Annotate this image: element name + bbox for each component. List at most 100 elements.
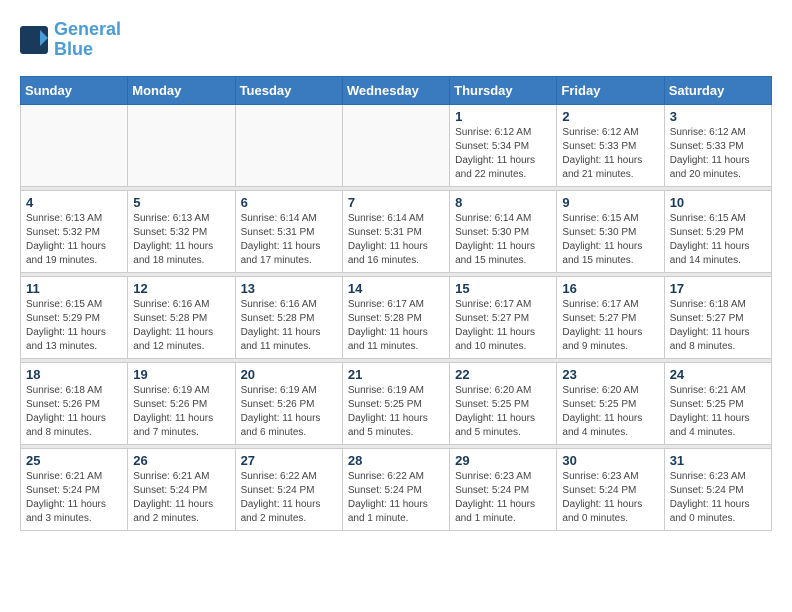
calendar-day [342,104,449,186]
col-header-wednesday: Wednesday [342,76,449,104]
day-number: 13 [241,281,337,296]
calendar-day: 31 Sunrise: 6:23 AM Sunset: 5:24 PM Dayli… [664,448,771,530]
calendar-week-2: 4Sunrise: 6:13 AM Sunset: 5:32 PM Daylig… [21,190,772,272]
day-number: 1 [455,109,551,124]
calendar-day: 11 Sunrise: 6:15 AM Sunset: 5:29 PM Dayli… [21,276,128,358]
day-number: 23 [562,367,658,382]
day-number: 11 [26,281,122,296]
calendar-day: 30 Sunrise: 6:23 AM Sunset: 5:24 PM Dayli… [557,448,664,530]
col-header-thursday: Thursday [450,76,557,104]
calendar-day [21,104,128,186]
day-info: Sunrise: 6:14 AM Sunset: 5:31 PM Dayligh… [241,212,337,268]
calendar-day: 1 Sunrise: 6:12 AM Sunset: 5:34 PM Daylig… [450,104,557,186]
day-number: 31 [670,453,766,468]
day-number: 19 [133,367,229,382]
day-number: 28 [348,453,444,468]
col-header-tuesday: Tuesday [235,76,342,104]
day-info: Sunrise: 6:17 AM Sunset: 5:27 PM Dayligh… [562,298,658,354]
day-info: Sunrise: 6:13 AM Sunset: 5:32 PM Dayligh… [26,212,122,268]
calendar-day: 4Sunrise: 6:13 AM Sunset: 5:32 PM Daylig… [21,190,128,272]
calendar-table: SundayMondayTuesdayWednesdayThursdayFrid… [20,76,772,531]
calendar-day: 5 Sunrise: 6:13 AM Sunset: 5:32 PM Daylig… [128,190,235,272]
day-info: Sunrise: 6:22 AM Sunset: 5:24 PM Dayligh… [241,470,337,526]
calendar-day: 15Sunrise: 6:17 AM Sunset: 5:27 PM Dayli… [450,276,557,358]
calendar-day: 25 Sunrise: 6:21 AM Sunset: 5:24 PM Dayli… [21,448,128,530]
calendar-day: 20Sunrise: 6:19 AM Sunset: 5:26 PM Dayli… [235,362,342,444]
col-header-monday: Monday [128,76,235,104]
day-number: 22 [455,367,551,382]
day-info: Sunrise: 6:19 AM Sunset: 5:26 PM Dayligh… [133,384,229,440]
day-info: Sunrise: 6:18 AM Sunset: 5:27 PM Dayligh… [670,298,766,354]
calendar-day: 17 Sunrise: 6:18 AM Sunset: 5:27 PM Dayli… [664,276,771,358]
calendar-day: 10Sunrise: 6:15 AM Sunset: 5:29 PM Dayli… [664,190,771,272]
day-number: 30 [562,453,658,468]
calendar-day: 27Sunrise: 6:22 AM Sunset: 5:24 PM Dayli… [235,448,342,530]
day-number: 2 [562,109,658,124]
calendar-day [128,104,235,186]
day-info: Sunrise: 6:15 AM Sunset: 5:29 PM Dayligh… [670,212,766,268]
calendar-day: 8 Sunrise: 6:14 AM Sunset: 5:30 PM Daylig… [450,190,557,272]
day-info: Sunrise: 6:21 AM Sunset: 5:25 PM Dayligh… [670,384,766,440]
day-info: Sunrise: 6:12 AM Sunset: 5:33 PM Dayligh… [670,126,766,182]
day-number: 25 [26,453,122,468]
col-header-saturday: Saturday [664,76,771,104]
day-info: Sunrise: 6:16 AM Sunset: 5:28 PM Dayligh… [241,298,337,354]
col-header-sunday: Sunday [21,76,128,104]
calendar-day: 16 Sunrise: 6:17 AM Sunset: 5:27 PM Dayli… [557,276,664,358]
calendar-day: 18 Sunrise: 6:18 AM Sunset: 5:26 PM Dayli… [21,362,128,444]
calendar-day: 26 Sunrise: 6:21 AM Sunset: 5:24 PM Dayli… [128,448,235,530]
calendar-day: 14Sunrise: 6:17 AM Sunset: 5:28 PM Dayli… [342,276,449,358]
day-info: Sunrise: 6:20 AM Sunset: 5:25 PM Dayligh… [562,384,658,440]
col-header-friday: Friday [557,76,664,104]
day-number: 24 [670,367,766,382]
day-info: Sunrise: 6:19 AM Sunset: 5:25 PM Dayligh… [348,384,444,440]
day-info: Sunrise: 6:13 AM Sunset: 5:32 PM Dayligh… [133,212,229,268]
page-header: General Blue [20,20,772,60]
day-info: Sunrise: 6:15 AM Sunset: 5:29 PM Dayligh… [26,298,122,354]
day-number: 26 [133,453,229,468]
calendar-day: 3 Sunrise: 6:12 AM Sunset: 5:33 PM Daylig… [664,104,771,186]
calendar-day: 2 Sunrise: 6:12 AM Sunset: 5:33 PM Daylig… [557,104,664,186]
day-info: Sunrise: 6:22 AM Sunset: 5:24 PM Dayligh… [348,470,444,526]
day-info: Sunrise: 6:12 AM Sunset: 5:34 PM Dayligh… [455,126,551,182]
logo: General Blue [20,20,121,60]
day-info: Sunrise: 6:17 AM Sunset: 5:28 PM Dayligh… [348,298,444,354]
day-number: 7 [348,195,444,210]
calendar-day: 21Sunrise: 6:19 AM Sunset: 5:25 PM Dayli… [342,362,449,444]
day-info: Sunrise: 6:23 AM Sunset: 5:24 PM Dayligh… [562,470,658,526]
day-info: Sunrise: 6:17 AM Sunset: 5:27 PM Dayligh… [455,298,551,354]
calendar-day: 12 Sunrise: 6:16 AM Sunset: 5:28 PM Dayli… [128,276,235,358]
day-info: Sunrise: 6:23 AM Sunset: 5:24 PM Dayligh… [455,470,551,526]
day-info: Sunrise: 6:12 AM Sunset: 5:33 PM Dayligh… [562,126,658,182]
day-number: 16 [562,281,658,296]
day-info: Sunrise: 6:14 AM Sunset: 5:30 PM Dayligh… [455,212,551,268]
day-number: 18 [26,367,122,382]
calendar-day: 28 Sunrise: 6:22 AM Sunset: 5:24 PM Dayli… [342,448,449,530]
logo-icon [20,26,50,54]
calendar-day: 19 Sunrise: 6:19 AM Sunset: 5:26 PM Dayli… [128,362,235,444]
calendar-day: 6 Sunrise: 6:14 AM Sunset: 5:31 PM Daylig… [235,190,342,272]
calendar-day [235,104,342,186]
day-info: Sunrise: 6:19 AM Sunset: 5:26 PM Dayligh… [241,384,337,440]
calendar-week-4: 18 Sunrise: 6:18 AM Sunset: 5:26 PM Dayli… [21,362,772,444]
calendar-day: 7Sunrise: 6:14 AM Sunset: 5:31 PM Daylig… [342,190,449,272]
day-number: 5 [133,195,229,210]
day-number: 9 [562,195,658,210]
day-info: Sunrise: 6:21 AM Sunset: 5:24 PM Dayligh… [26,470,122,526]
day-info: Sunrise: 6:16 AM Sunset: 5:28 PM Dayligh… [133,298,229,354]
logo-text: General Blue [54,20,121,60]
day-number: 3 [670,109,766,124]
day-number: 12 [133,281,229,296]
day-info: Sunrise: 6:21 AM Sunset: 5:24 PM Dayligh… [133,470,229,526]
calendar-header-row: SundayMondayTuesdayWednesdayThursdayFrid… [21,76,772,104]
day-info: Sunrise: 6:18 AM Sunset: 5:26 PM Dayligh… [26,384,122,440]
day-number: 17 [670,281,766,296]
day-number: 6 [241,195,337,210]
calendar-week-3: 11 Sunrise: 6:15 AM Sunset: 5:29 PM Dayli… [21,276,772,358]
calendar-week-5: 25 Sunrise: 6:21 AM Sunset: 5:24 PM Dayli… [21,448,772,530]
day-info: Sunrise: 6:15 AM Sunset: 5:30 PM Dayligh… [562,212,658,268]
calendar-day: 24 Sunrise: 6:21 AM Sunset: 5:25 PM Dayli… [664,362,771,444]
day-info: Sunrise: 6:23 AM Sunset: 5:24 PM Dayligh… [670,470,766,526]
day-number: 8 [455,195,551,210]
calendar-day: 9 Sunrise: 6:15 AM Sunset: 5:30 PM Daylig… [557,190,664,272]
